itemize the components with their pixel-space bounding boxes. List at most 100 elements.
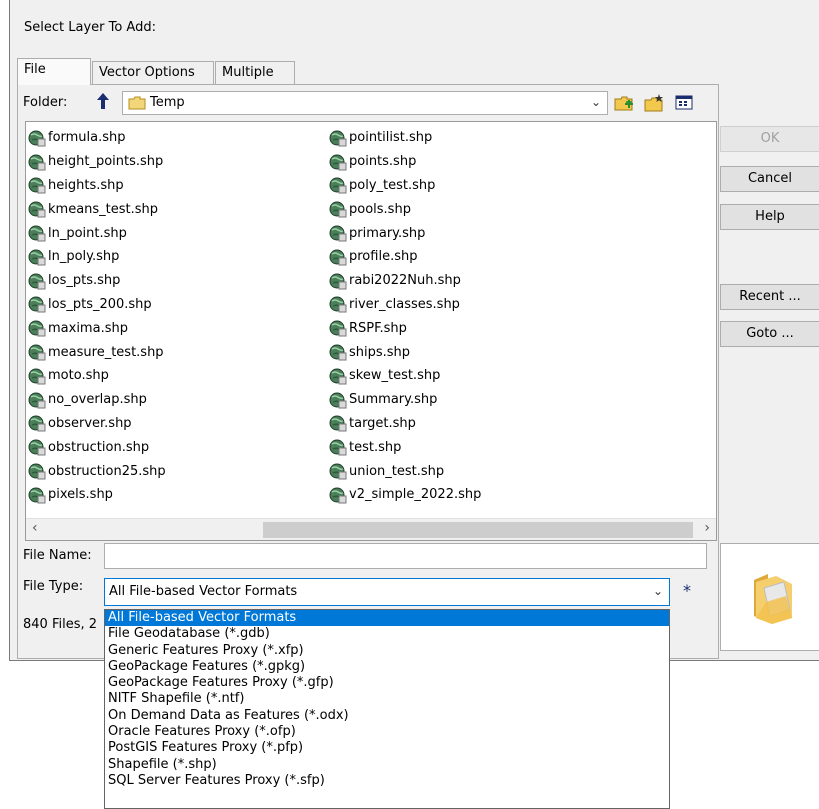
shapefile-icon bbox=[28, 272, 48, 290]
file-list-item[interactable]: obstruction.shp bbox=[28, 435, 166, 459]
dropdown-option[interactable]: All File-based Vector Formats bbox=[105, 610, 669, 627]
filter-asterisk-icon[interactable]: * bbox=[683, 581, 691, 600]
scrollbar-thumb[interactable] bbox=[263, 522, 693, 538]
file-list-item[interactable]: ln_poly.shp bbox=[28, 245, 166, 269]
file-list-item[interactable]: union_test.shp bbox=[329, 459, 481, 483]
file-list[interactable]: formula.shp height_points.shp heights.shp k… bbox=[25, 121, 717, 541]
file-name-text: observer.shp bbox=[48, 415, 132, 431]
file-name-text: obstruction25.shp bbox=[48, 463, 166, 479]
dropdown-option[interactable]: Generic Features Proxy (*.xfp) bbox=[105, 643, 669, 659]
file-list-item[interactable]: test.shp bbox=[329, 435, 481, 459]
dropdown-option[interactable]: PostGIS Features Proxy (*.pfp) bbox=[105, 740, 669, 756]
shapefile-icon bbox=[329, 438, 349, 456]
dropdown-option[interactable]: SQL Server Features Proxy (*.sfp) bbox=[105, 773, 669, 789]
goto-button[interactable]: Goto ... bbox=[720, 321, 819, 347]
file-list-item[interactable]: pointilist.shp bbox=[329, 126, 481, 150]
shapefile-icon bbox=[28, 391, 48, 409]
cancel-button[interactable]: Cancel bbox=[720, 166, 819, 192]
dropdown-option[interactable]: GeoPackage Features Proxy (*.gfp) bbox=[105, 675, 669, 691]
file-name-text: ln_poly.shp bbox=[48, 249, 120, 265]
file-type-select[interactable]: All File-based Vector Formats ⌄ bbox=[104, 578, 670, 606]
chevron-down-icon[interactable]: ⌄ bbox=[591, 95, 601, 109]
file-name-text: river_classes.shp bbox=[349, 296, 460, 312]
dropdown-option[interactable]: Shapefile (*.shp) bbox=[105, 757, 669, 773]
file-name-text: ships.shp bbox=[349, 344, 411, 360]
file-name-text: v2_simple_2022.shp bbox=[349, 487, 482, 503]
file-list-item[interactable]: rabi2022Nuh.shp bbox=[329, 269, 481, 293]
dialog-title: Select Layer To Add: bbox=[24, 20, 156, 35]
file-list-item[interactable]: pools.shp bbox=[329, 197, 481, 221]
file-list-item[interactable]: maxima.shp bbox=[28, 316, 166, 340]
tab-file[interactable]: File bbox=[17, 58, 91, 85]
shapefile-icon bbox=[28, 414, 48, 432]
file-list-item[interactable]: points.shp bbox=[329, 150, 481, 174]
tab-vector-options[interactable]: Vector Options bbox=[92, 61, 214, 84]
file-list-column-left: formula.shp height_points.shp heights.shp k… bbox=[28, 126, 166, 507]
file-name-text: rabi2022Nuh.shp bbox=[349, 273, 461, 289]
scroll-right-icon[interactable]: › bbox=[704, 520, 710, 536]
file-list-item[interactable]: skew_test.shp bbox=[329, 364, 481, 388]
file-list-item[interactable]: profile.shp bbox=[329, 245, 481, 269]
file-name-field[interactable] bbox=[104, 543, 707, 569]
shapefile-icon bbox=[329, 200, 349, 218]
ok-button[interactable]: OK bbox=[720, 126, 819, 152]
status-text: 840 Files, 2 bbox=[23, 617, 98, 632]
file-list-item[interactable]: ln_point.shp bbox=[28, 221, 166, 245]
file-list-item[interactable]: poly_test.shp bbox=[329, 174, 481, 198]
help-button[interactable]: Help bbox=[720, 204, 819, 230]
file-name-text: RSPF.shp bbox=[349, 320, 407, 336]
file-list-item[interactable]: los_pts_200.shp bbox=[28, 293, 166, 317]
file-list-item[interactable]: height_points.shp bbox=[28, 150, 166, 174]
dropdown-option[interactable]: NITF Shapefile (*.ntf) bbox=[105, 691, 669, 707]
dropdown-option[interactable]: Oracle Features Proxy (*.ofp) bbox=[105, 724, 669, 740]
horizontal-scrollbar[interactable]: ‹ › bbox=[26, 518, 716, 540]
file-list-item[interactable]: target.shp bbox=[329, 412, 481, 436]
folder-value: Temp bbox=[150, 95, 185, 110]
file-list-item[interactable]: heights.shp bbox=[28, 174, 166, 198]
file-list-item[interactable]: los_pts.shp bbox=[28, 269, 166, 293]
up-folder-icon[interactable] bbox=[94, 91, 112, 111]
file-list-item[interactable]: Summary.shp bbox=[329, 388, 481, 412]
file-name-text: Summary.shp bbox=[349, 392, 438, 408]
new-folder-icon[interactable] bbox=[614, 93, 634, 113]
dropdown-option[interactable]: On Demand Data as Features (*.odx) bbox=[105, 708, 669, 724]
file-type-dropdown-list[interactable]: All File-based Vector Formats File Geodat… bbox=[104, 609, 670, 809]
file-list-item[interactable]: pixels.shp bbox=[28, 483, 166, 507]
file-name-text: moto.shp bbox=[48, 368, 109, 384]
file-list-item[interactable]: kmeans_test.shp bbox=[28, 197, 166, 221]
file-name-text: skew_test.shp bbox=[349, 368, 441, 384]
file-list-item[interactable]: observer.shp bbox=[28, 412, 166, 436]
shapefile-icon bbox=[329, 343, 349, 361]
file-list-item[interactable]: measure_test.shp bbox=[28, 340, 166, 364]
dropdown-option[interactable]: GeoPackage Features (*.gpkg) bbox=[105, 659, 669, 675]
file-name-text: los_pts.shp bbox=[48, 273, 121, 289]
file-list-item[interactable]: no_overlap.shp bbox=[28, 388, 166, 412]
file-name-text: profile.shp bbox=[349, 249, 418, 265]
shapefile-icon bbox=[28, 367, 48, 385]
shapefile-icon bbox=[28, 248, 48, 266]
file-list-item[interactable]: ships.shp bbox=[329, 340, 481, 364]
folder-combo[interactable]: Temp ⌄ bbox=[122, 91, 608, 115]
file-name-text: ln_point.shp bbox=[48, 225, 127, 241]
file-list-item[interactable]: river_classes.shp bbox=[329, 293, 481, 317]
recent-button[interactable]: Recent ... bbox=[720, 284, 819, 310]
file-name-text: union_test.shp bbox=[349, 463, 445, 479]
file-list-item[interactable]: obstruction25.shp bbox=[28, 459, 166, 483]
file-list-item[interactable]: moto.shp bbox=[28, 364, 166, 388]
file-list-item[interactable]: RSPF.shp bbox=[329, 316, 481, 340]
shapefile-icon bbox=[28, 438, 48, 456]
tab-multiple[interactable]: Multiple bbox=[215, 61, 295, 84]
file-list-item[interactable]: formula.shp bbox=[28, 126, 166, 150]
scroll-left-icon[interactable]: ‹ bbox=[32, 520, 38, 536]
chevron-down-icon[interactable]: ⌄ bbox=[653, 584, 663, 598]
file-list-item[interactable]: primary.shp bbox=[329, 221, 481, 245]
shapefile-icon bbox=[329, 129, 349, 147]
shapefile-icon bbox=[28, 462, 48, 480]
file-list-item[interactable]: v2_simple_2022.shp bbox=[329, 483, 481, 507]
dropdown-option[interactable]: File Geodatabase (*.gdb) bbox=[105, 626, 669, 642]
file-name-text: pixels.shp bbox=[48, 487, 113, 503]
favorite-folder-icon[interactable] bbox=[644, 93, 664, 113]
view-mode-icon[interactable] bbox=[674, 93, 694, 113]
shapefile-icon bbox=[329, 414, 349, 432]
shapefile-icon bbox=[28, 486, 48, 504]
